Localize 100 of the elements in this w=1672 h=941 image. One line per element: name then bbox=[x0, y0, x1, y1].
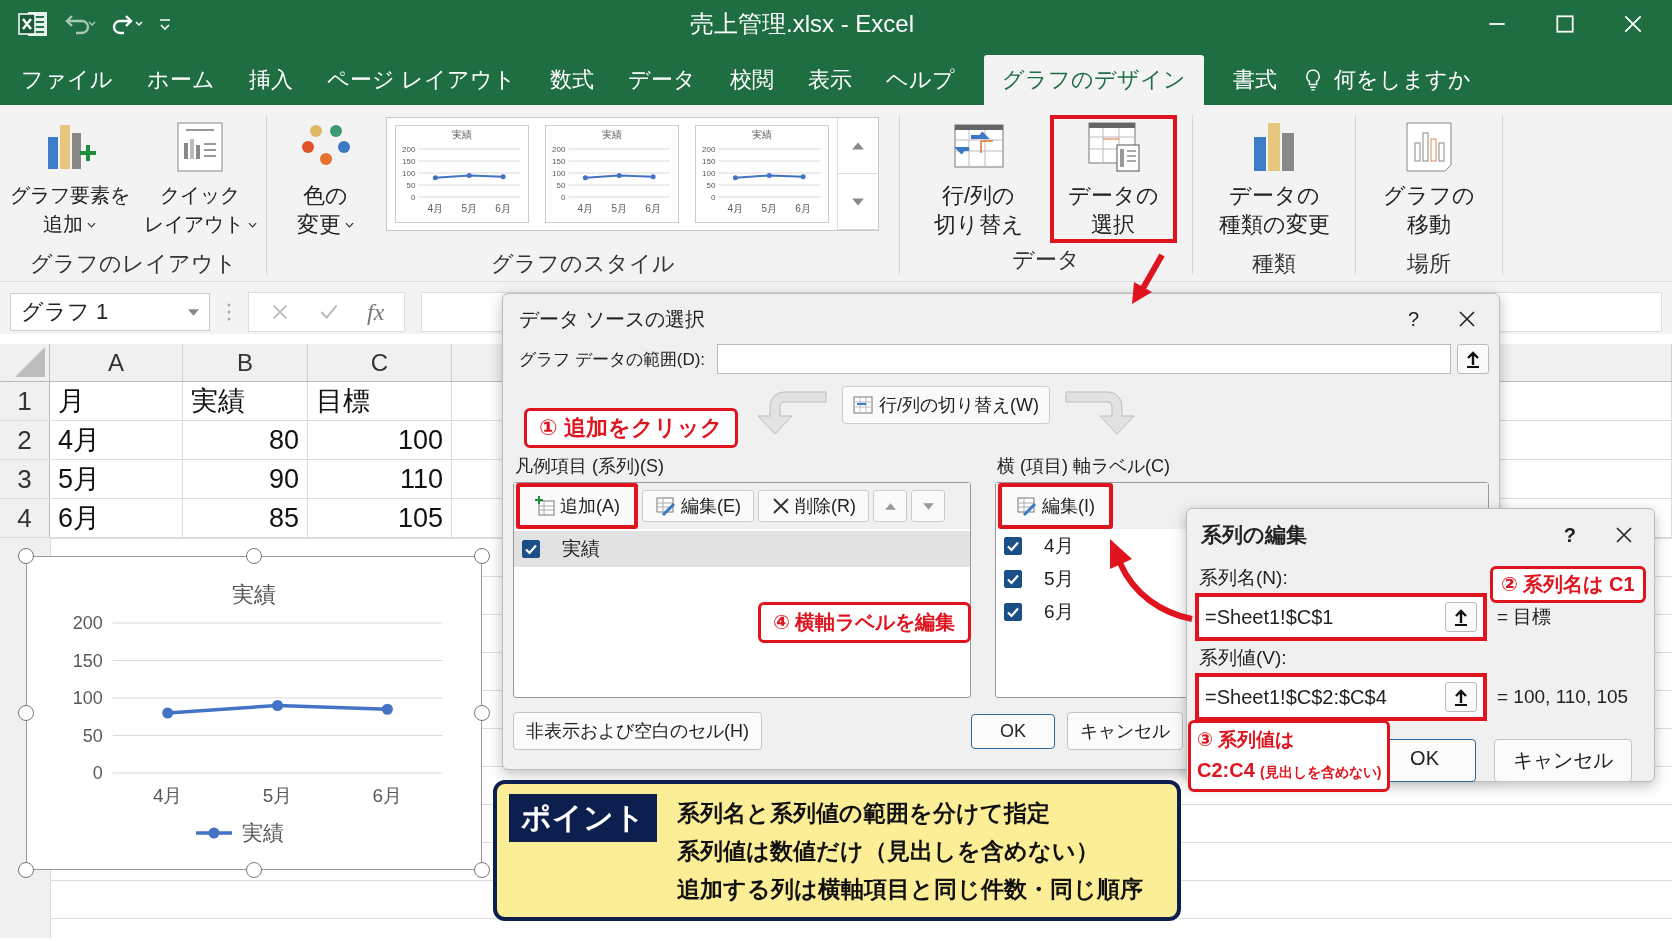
checkbox[interactable] bbox=[1004, 569, 1023, 588]
insert-function-button[interactable]: fx bbox=[367, 298, 385, 326]
switch-row-column-button[interactable]: 行/列の切り替え(W) bbox=[842, 386, 1050, 424]
menu-tab[interactable]: 挿入 bbox=[234, 55, 308, 105]
column-header[interactable]: C bbox=[308, 344, 452, 381]
row-header[interactable]: 3 bbox=[0, 460, 50, 498]
menu-tab[interactable]: ホーム bbox=[132, 55, 230, 105]
ok-button[interactable]: OK bbox=[971, 713, 1055, 749]
redo-icon[interactable] bbox=[110, 12, 144, 36]
callout-label: ④ 横軸ラベルを編集 bbox=[758, 602, 971, 643]
menu-tab[interactable]: ファイル bbox=[6, 55, 128, 105]
edit-table-icon bbox=[1016, 495, 1039, 517]
chart-style-thumbnail[interactable]: 実績 0 50 100 150 200 4月 5月 6月 bbox=[395, 125, 529, 223]
collapse-dialog-button[interactable] bbox=[1445, 682, 1477, 712]
window-title: 売上管理.xlsx - Excel bbox=[690, 9, 915, 39]
row-header[interactable]: 2 bbox=[0, 421, 50, 459]
add-button[interactable]: 追加(A) bbox=[516, 483, 638, 529]
input-field[interactable]: =Sheet1!$C$2:$C$4 bbox=[1205, 685, 1445, 709]
axis-tick-label: 50 bbox=[556, 180, 566, 190]
chart-style-thumbnail[interactable]: 実績 0 50 100 150 200 4月 5月 6月 bbox=[695, 125, 829, 223]
checkbox[interactable] bbox=[1004, 602, 1023, 621]
axis-category-label: 4月 bbox=[152, 784, 183, 806]
input-field[interactable]: =Sheet1!$C$1 bbox=[1205, 605, 1445, 629]
tip-heading: ポイント bbox=[509, 794, 657, 842]
axis-tick-label: 200 bbox=[72, 613, 103, 634]
triangle-up-icon bbox=[851, 140, 865, 151]
axis-label-item: 4月 bbox=[1044, 533, 1074, 558]
table-cell-text: 実績 bbox=[191, 385, 245, 418]
axis-tick-label: 100 bbox=[702, 168, 716, 178]
close-icon[interactable] bbox=[1457, 309, 1477, 329]
chart-area[interactable]: 実績 0 50 100 150 200 4月 5月 6月 実績 bbox=[26, 556, 482, 870]
series-list-item[interactable]: 実績 bbox=[514, 531, 971, 567]
checkbox[interactable] bbox=[1004, 536, 1023, 555]
row-header[interactable]: 1 bbox=[0, 382, 50, 420]
menu-tab[interactable]: グラフのデザイン bbox=[984, 55, 1205, 105]
column-header[interactable]: A bbox=[50, 344, 183, 381]
help-button[interactable]: ? bbox=[1407, 307, 1419, 331]
spreadsheet-app-icon bbox=[18, 10, 48, 38]
data-point bbox=[766, 172, 772, 178]
edit-button[interactable]: 編集(E) bbox=[642, 490, 754, 522]
caret-icon bbox=[188, 308, 199, 316]
upload-arrow-icon bbox=[1453, 688, 1469, 706]
edit-table-icon bbox=[655, 495, 677, 517]
menu-tab[interactable]: 表示 bbox=[793, 55, 868, 105]
table-cell-text: 5月 bbox=[58, 463, 101, 496]
ribbon-button[interactable]: グラフの 移動 bbox=[1373, 115, 1485, 247]
tell-me-field[interactable]: 何をしますか bbox=[1304, 55, 1472, 105]
menu-tab[interactable]: 書式 bbox=[1218, 55, 1293, 105]
edit-button[interactable]: 編集(I) bbox=[998, 483, 1114, 529]
menu-tab[interactable]: ヘルプ bbox=[871, 55, 971, 105]
ribbon-group-label: データ bbox=[1012, 246, 1080, 274]
data-point bbox=[432, 175, 438, 181]
ribbon-group-label: 種類 bbox=[1252, 250, 1296, 278]
hidden-cells-button[interactable]: 非表示および空白のセル(H) bbox=[513, 712, 762, 750]
axis-tick-label: 150 bbox=[402, 156, 416, 166]
name-box[interactable]: グラフ 1 bbox=[10, 293, 210, 331]
close-icon[interactable] bbox=[1614, 525, 1634, 545]
chart-title: 実績 bbox=[452, 129, 472, 141]
chart-title: 実績 bbox=[232, 582, 276, 607]
tip-text: 系列値は数値だけ（見出しを含めない） bbox=[677, 837, 1100, 866]
add-row-icon bbox=[534, 495, 556, 517]
ribbon-button[interactable]: データの 種類の変更 bbox=[1208, 115, 1340, 247]
range-field[interactable] bbox=[717, 344, 1451, 374]
table-cell-text: 目標 bbox=[316, 385, 370, 418]
ribbon-button[interactable]: 行/列の 切り替え bbox=[915, 115, 1042, 243]
menu-tab[interactable]: 数式 bbox=[535, 55, 610, 105]
checkbox[interactable] bbox=[522, 540, 540, 558]
delete-button[interactable]: 削除(R) bbox=[758, 490, 869, 522]
cancel-button[interactable]: キャンセル bbox=[1067, 712, 1183, 750]
collapse-dialog-button[interactable] bbox=[1445, 602, 1477, 632]
collapse-dialog-button[interactable] bbox=[1457, 344, 1489, 374]
row-header[interactable]: 4 bbox=[0, 499, 50, 537]
callout-label: ① 追加をクリック bbox=[524, 408, 738, 448]
maximize-icon[interactable] bbox=[1554, 13, 1576, 35]
axis-category-label: 6月 bbox=[645, 203, 661, 215]
cancel-button[interactable]: キャンセル bbox=[1494, 739, 1632, 782]
axis-tick-label: 200 bbox=[402, 144, 416, 154]
help-button[interactable]: ? bbox=[1563, 523, 1576, 547]
axis-tick-label: 0 bbox=[411, 192, 416, 202]
table-cell: 90 bbox=[268, 463, 299, 495]
axis-category-label: 6月 bbox=[372, 784, 403, 806]
data-point bbox=[732, 175, 738, 181]
customize-toolbar-icon[interactable] bbox=[158, 16, 172, 32]
ribbon-group-label: グラフのレイアウト bbox=[29, 250, 237, 278]
table-cell-text: 4月 bbox=[58, 424, 101, 457]
menu-tab[interactable]: ページ レイアウト bbox=[312, 55, 532, 105]
ribbon-button[interactable]: クイック レイアウト bbox=[137, 115, 263, 247]
tip-text: 追加する列は横軸項目と同じ件数・同じ順序 bbox=[677, 875, 1143, 904]
ribbon-button[interactable]: グラフ要素を 追加 bbox=[3, 115, 136, 247]
column-header[interactable]: B bbox=[183, 344, 308, 381]
ribbon-button[interactable]: 色の 変更 bbox=[287, 115, 364, 247]
menu-tab[interactable]: データ bbox=[613, 55, 712, 105]
upload-arrow-icon bbox=[1453, 608, 1469, 626]
menu-tab[interactable]: 校閲 bbox=[715, 55, 790, 105]
delete-icon bbox=[771, 496, 791, 516]
upload-arrow-icon bbox=[1465, 350, 1481, 368]
legend-line-icon bbox=[196, 827, 232, 839]
chart-style-thumbnail[interactable]: 実績 0 50 100 150 200 4月 5月 6月 bbox=[545, 125, 679, 223]
close-icon[interactable] bbox=[1622, 13, 1644, 35]
ribbon-button[interactable]: データの 選択 bbox=[1049, 115, 1177, 243]
